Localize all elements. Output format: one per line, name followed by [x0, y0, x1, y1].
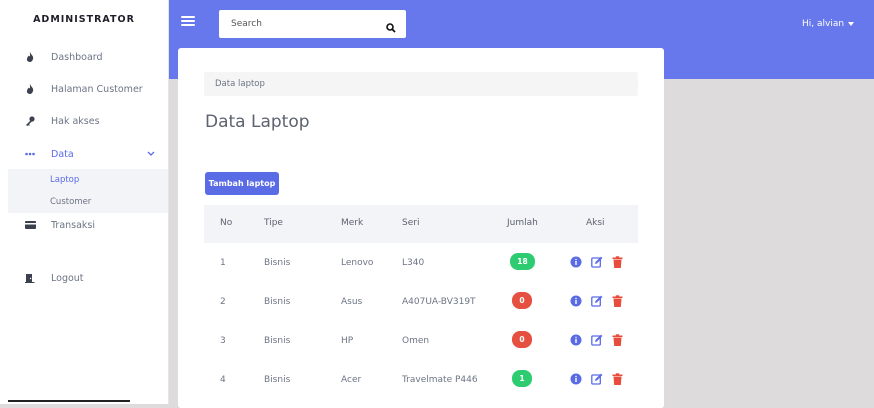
sidebar-item-halaman-customer[interactable]: Halaman Customer [0, 78, 168, 100]
sidebar-item-logout[interactable]: Logout [0, 267, 168, 289]
cell-merk: Asus [341, 297, 363, 307]
table-header: No Tipe Merk Seri Jumlah Aksi [204, 205, 638, 243]
user-menu[interactable]: Hi, alvian [802, 19, 855, 29]
sidebar-item-label: Dashboard [51, 51, 103, 63]
search-input[interactable] [219, 10, 381, 38]
sidebar-item-hak-akses[interactable]: Hak akses [0, 110, 168, 132]
delete-icon[interactable] [612, 256, 624, 268]
header-seri: Seri [402, 218, 420, 228]
brand-title: ADMINISTRATOR [33, 14, 135, 25]
edit-icon[interactable] [591, 256, 603, 268]
breadcrumb: Data laptop [204, 72, 638, 96]
cell-seri: Travelmate P446 [402, 375, 478, 385]
caret-down-icon [848, 21, 855, 26]
info-icon[interactable] [570, 373, 582, 385]
fire-icon [24, 51, 36, 63]
content-card: Data laptop Data Laptop Tambah laptop No… [178, 48, 664, 408]
cell-merk: Lenovo [341, 258, 374, 268]
menu-toggle-icon[interactable] [181, 14, 195, 28]
door-icon [24, 272, 36, 284]
key-icon [24, 115, 36, 127]
cell-tipe: Bisnis [264, 336, 291, 346]
sidebar-item-label: Halaman Customer [51, 83, 143, 95]
header-no: No [220, 218, 233, 228]
sidebar-item-label: Data [51, 148, 74, 160]
cell-tipe: Bisnis [264, 375, 291, 385]
table-row: 3 Bisnis HP Omen 0 [204, 322, 638, 361]
cell-seri: Omen [402, 336, 430, 346]
edit-icon[interactable] [591, 295, 603, 307]
cell-no: 1 [220, 258, 226, 268]
chevron-down-icon[interactable] [147, 149, 155, 160]
cell-seri: L340 [402, 258, 425, 268]
sidebar-item-label: Hak akses [51, 115, 100, 127]
stock-badge: 1 [512, 370, 532, 387]
sidebar-item-dashboard[interactable]: Dashboard [0, 46, 168, 68]
cell-merk: HP [341, 336, 354, 346]
table-row: 4 Bisnis Acer Travelmate P446 1 [204, 361, 638, 400]
sidebar-item-label: Logout [51, 272, 84, 284]
search-icon[interactable] [386, 18, 396, 33]
sidebar-item-data[interactable]: Data [0, 143, 168, 165]
info-icon[interactable] [570, 334, 582, 346]
info-icon[interactable] [570, 295, 582, 307]
header-merk: Merk [341, 218, 364, 228]
fire-icon [24, 83, 36, 95]
stock-badge: 0 [512, 292, 532, 309]
data-submenu: Laptop Customer [8, 169, 168, 213]
header-jumlah: Jumlah [507, 218, 538, 228]
user-name: Hi, alvian [802, 19, 845, 29]
table-row: 1 Bisnis Lenovo L340 18 [204, 244, 638, 283]
breadcrumb-item[interactable]: Data laptop [215, 79, 265, 89]
stock-badge: 0 [512, 331, 532, 348]
table-row: 2 Bisnis Asus A407UA-BV319T 0 [204, 283, 638, 322]
stock-badge: 18 [510, 253, 535, 270]
sidebar-item-label: Transaksi [51, 219, 96, 231]
sidebar: ADMINISTRATOR Dashboard Halaman Customer… [0, 0, 168, 404]
edit-icon[interactable] [591, 373, 603, 385]
header-aksi: Aksi [586, 218, 605, 228]
header-tipe: Tipe [264, 218, 283, 228]
card-icon [24, 219, 36, 231]
delete-icon[interactable] [612, 295, 624, 307]
page-title: Data Laptop [205, 112, 310, 132]
delete-icon[interactable] [612, 334, 624, 346]
sidebar-item-transaksi[interactable]: Transaksi [0, 214, 168, 236]
cell-tipe: Bisnis [264, 297, 291, 307]
cell-no: 2 [220, 297, 226, 307]
dots-icon [24, 148, 36, 160]
info-icon[interactable] [570, 256, 582, 268]
search-box [219, 10, 406, 38]
edit-icon[interactable] [591, 334, 603, 346]
submenu-item-laptop[interactable]: Laptop [50, 175, 79, 185]
cell-no: 4 [220, 375, 226, 385]
add-laptop-button[interactable]: Tambah laptop [205, 172, 279, 195]
submenu-item-customer[interactable]: Customer [50, 197, 91, 207]
delete-icon[interactable] [612, 373, 624, 385]
cell-merk: Acer [341, 375, 362, 385]
cell-seri: A407UA-BV319T [402, 297, 476, 307]
sidebar-scrollbar[interactable] [8, 400, 130, 402]
cell-tipe: Bisnis [264, 258, 291, 268]
cell-no: 3 [220, 336, 226, 346]
